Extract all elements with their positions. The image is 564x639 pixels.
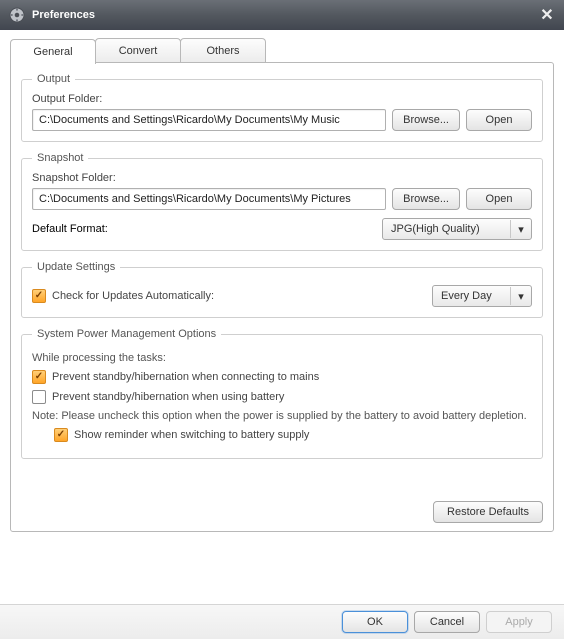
dialog-footer: OK Cancel Apply [0, 604, 564, 639]
apply-button: Apply [486, 611, 552, 633]
update-legend: Update Settings [32, 261, 120, 273]
default-format-select[interactable]: JPG(High Quality) ▾ [382, 218, 532, 240]
update-settings-group: Update Settings Check for Updates Automa… [21, 261, 543, 318]
prevent-standby-battery-checkbox[interactable] [32, 390, 46, 404]
app-icon [8, 6, 26, 24]
tab-others[interactable]: Others [180, 38, 266, 62]
prevent-standby-battery-label: Prevent standby/hibernation when using b… [52, 391, 284, 403]
output-open-button[interactable]: Open [466, 109, 532, 131]
prevent-standby-mains-checkbox[interactable] [32, 370, 46, 384]
snapshot-legend: Snapshot [32, 152, 88, 164]
tab-label: Convert [119, 45, 158, 57]
check-updates-label: Check for Updates Automatically: [52, 290, 214, 302]
update-frequency-select[interactable]: Every Day ▾ [432, 285, 532, 307]
output-folder-label: Output Folder: [32, 93, 532, 105]
chevron-down-icon: ▾ [515, 223, 527, 236]
power-management-group: System Power Management Options While pr… [21, 328, 543, 459]
prevent-standby-mains-label: Prevent standby/hibernation when connect… [52, 371, 319, 383]
snapshot-folder-label: Snapshot Folder: [32, 172, 532, 184]
update-frequency-value: Every Day [441, 290, 504, 302]
default-format-label: Default Format: [32, 223, 108, 235]
tabstrip: General Convert Others [10, 38, 554, 63]
power-while-label: While processing the tasks: [32, 352, 532, 364]
tab-label: General [33, 46, 72, 58]
snapshot-browse-button[interactable]: Browse... [392, 188, 460, 210]
default-format-value: JPG(High Quality) [391, 223, 504, 235]
tab-label: Others [206, 45, 239, 57]
tab-general[interactable]: General [10, 39, 96, 64]
cancel-button[interactable]: Cancel [414, 611, 480, 633]
snapshot-group: Snapshot Snapshot Folder: Browse... Open… [21, 152, 543, 251]
chevron-down-icon: ▾ [515, 290, 527, 303]
tab-body: Output Output Folder: Browse... Open Sna… [10, 62, 554, 532]
power-note: Note: Please uncheck this option when th… [32, 410, 532, 422]
check-updates-checkbox[interactable] [32, 289, 46, 303]
output-group: Output Output Folder: Browse... Open [21, 73, 543, 142]
output-folder-input[interactable] [32, 109, 386, 131]
ok-button[interactable]: OK [342, 611, 408, 633]
power-legend: System Power Management Options [32, 328, 221, 340]
restore-defaults-button[interactable]: Restore Defaults [433, 501, 543, 523]
snapshot-open-button[interactable]: Open [466, 188, 532, 210]
close-icon[interactable]: ✕ [538, 6, 556, 24]
snapshot-folder-input[interactable] [32, 188, 386, 210]
content-area: General Convert Others Output Output Fol… [0, 30, 564, 538]
window-title: Preferences [32, 9, 95, 21]
output-browse-button[interactable]: Browse... [392, 109, 460, 131]
show-reminder-checkbox[interactable] [54, 428, 68, 442]
show-reminder-label: Show reminder when switching to battery … [74, 429, 309, 441]
title-bar: Preferences ✕ [0, 0, 564, 30]
tab-convert[interactable]: Convert [95, 38, 181, 62]
output-legend: Output [32, 73, 75, 85]
